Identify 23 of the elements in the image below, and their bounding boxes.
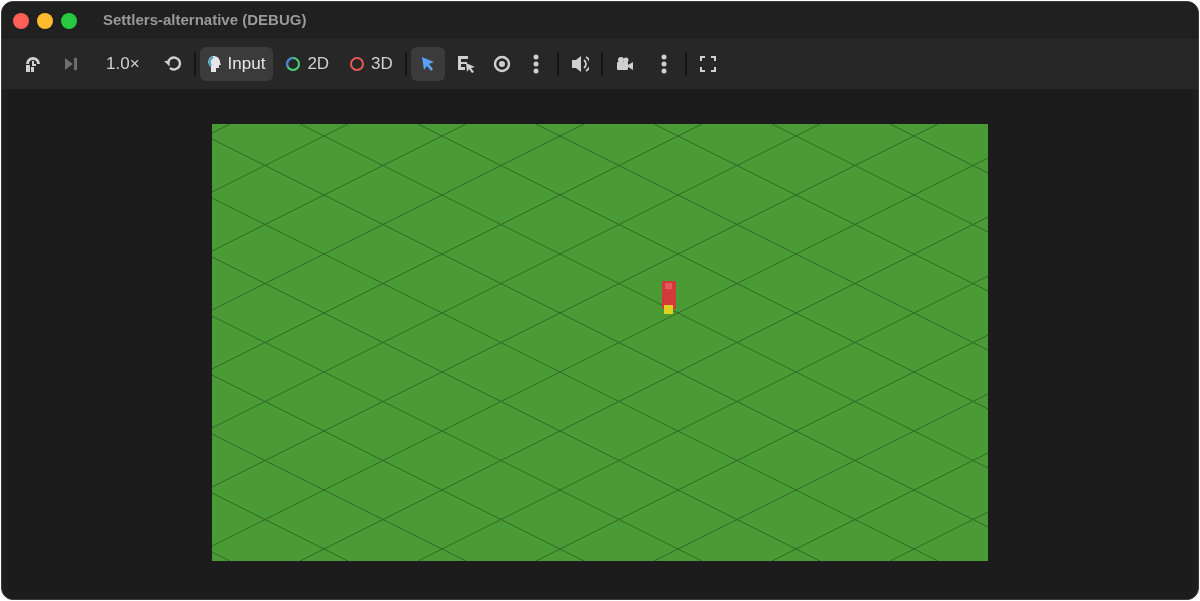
list-select-icon bbox=[456, 55, 475, 73]
kebab-icon bbox=[532, 54, 539, 74]
view-mode-button[interactable]: 2D bbox=[277, 47, 338, 81]
view-mode-button[interactable]: 3D bbox=[341, 47, 401, 81]
camera-icon bbox=[614, 56, 633, 72]
close-button[interactable] bbox=[13, 12, 29, 29]
undo-icon bbox=[163, 55, 182, 73]
speed-button[interactable]: 1.0× bbox=[96, 47, 150, 81]
select-button[interactable] bbox=[410, 47, 445, 81]
kebab-icon bbox=[660, 54, 667, 74]
next-frame-icon bbox=[64, 57, 78, 71]
fullscreen-icon bbox=[698, 55, 717, 73]
input-button[interactable]: Input bbox=[199, 47, 274, 81]
ring-icon bbox=[349, 56, 366, 72]
window-title: Settlers-alternative (DEBUG) bbox=[103, 10, 307, 31]
head-icon bbox=[207, 55, 222, 73]
pointer-icon bbox=[419, 56, 436, 72]
reload-icon bbox=[24, 55, 42, 73]
ring-icon bbox=[285, 56, 302, 72]
speaker-icon bbox=[570, 54, 589, 74]
minimize-button[interactable] bbox=[37, 12, 53, 29]
eye-icon bbox=[492, 55, 511, 73]
zoom-button[interactable] bbox=[61, 12, 77, 29]
